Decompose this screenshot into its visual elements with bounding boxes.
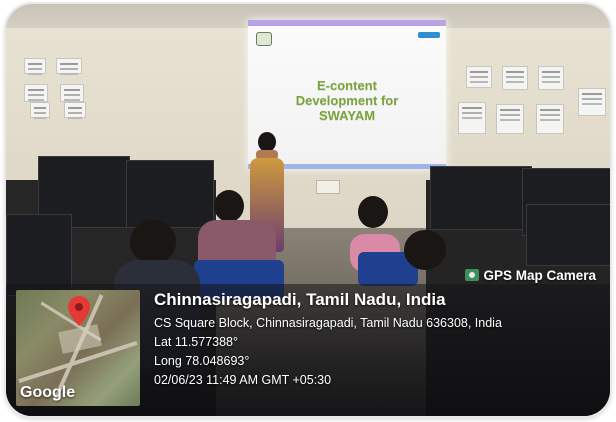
location-address: CS Square Block, Chinnasiragapadi, Tamil… (154, 316, 502, 330)
google-logo: Google (20, 384, 76, 401)
latitude: Lat 11.577388° (154, 335, 239, 349)
wall-poster (466, 66, 492, 88)
wall-socket (316, 180, 340, 194)
swayam-logo-icon (418, 32, 440, 38)
university-logo-icon (256, 32, 272, 46)
gps-badge-label: GPS Map Camera (483, 267, 596, 283)
gps-map-camera-badge: GPS Map Camera (465, 266, 596, 284)
timestamp: 02/06/23 11:49 AM GMT +05:30 (154, 373, 332, 387)
longitude: Long 78.048693° (154, 354, 250, 368)
location-map-thumbnail: Google (16, 290, 140, 406)
computer-monitor (526, 204, 610, 266)
wall-poster (56, 58, 82, 74)
location-title: Chinnasiragapadi, Tamil Nadu, India (154, 290, 446, 309)
wall-poster (578, 88, 606, 116)
computer-monitor (430, 166, 532, 230)
map-pin-icon (68, 296, 90, 326)
slide-title: E-content Development for SWAYAM (295, 78, 399, 123)
photo-frame: E-content Development for SWAYAM GPS Map… (6, 4, 610, 416)
location-info: Chinnasiragapadi, Tamil Nadu, India CS S… (154, 290, 604, 390)
wall-poster (496, 104, 524, 134)
wall-poster (536, 104, 564, 134)
wall-poster (538, 66, 564, 90)
wall-poster (24, 84, 48, 102)
wall-poster (458, 102, 486, 134)
wall-poster (64, 102, 86, 118)
wall-poster (30, 102, 50, 118)
wall-poster (60, 84, 84, 102)
wall-poster (24, 58, 46, 74)
camera-icon (465, 269, 480, 281)
wall-poster (502, 66, 528, 90)
